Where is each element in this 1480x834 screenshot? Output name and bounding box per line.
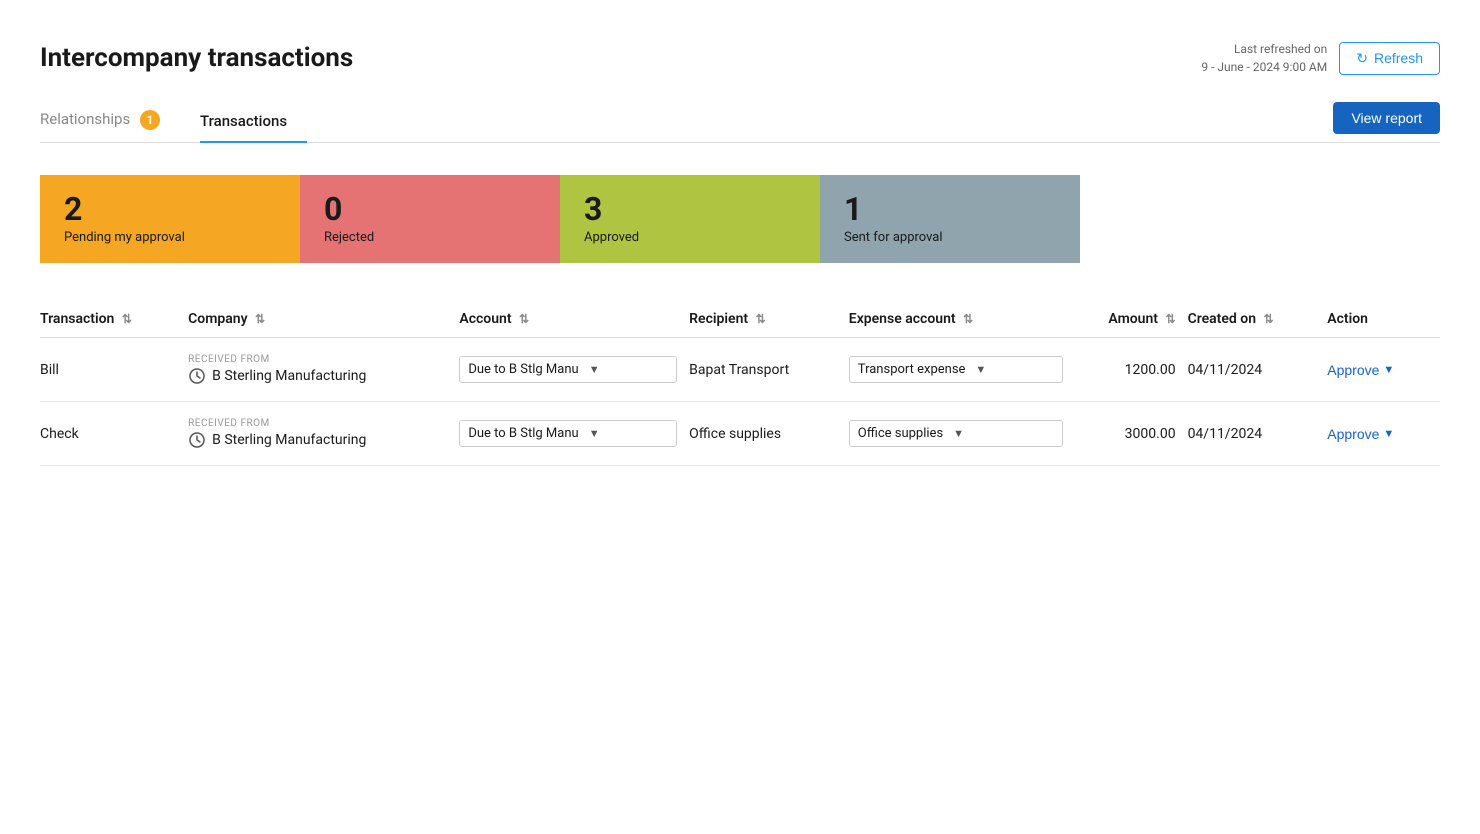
last-refreshed-info: Last refreshed on 9 - June - 2024 9:00 A… — [1201, 40, 1327, 76]
row1-expense-account[interactable]: Transport expense ▼ — [849, 338, 1075, 402]
col-action: Action — [1327, 303, 1440, 338]
row1-created-on: 04/11/2024 — [1188, 338, 1328, 402]
sent-label: Sent for approval — [844, 230, 943, 245]
row2-action[interactable]: Approve ▼ — [1327, 402, 1440, 466]
row1-account-value: Due to B Stlg Manu — [468, 362, 578, 377]
row2-approve-button[interactable]: Approve ▼ — [1327, 426, 1394, 442]
sort-icon-expense-account: ⇅ — [963, 312, 973, 326]
row2-received-from-label: RECEIVED FROM — [188, 418, 447, 429]
col-recipient[interactable]: Recipient ⇅ — [689, 303, 849, 338]
tab-relationships[interactable]: Relationships 1 — [40, 100, 180, 142]
pending-label: Pending my approval — [64, 230, 185, 245]
company-icon — [188, 431, 206, 449]
col-amount-label: Amount — [1108, 311, 1158, 327]
sort-icon-account: ⇅ — [519, 312, 529, 326]
row2-amount: 3000.00 — [1075, 402, 1188, 466]
tab-transactions[interactable]: Transactions — [200, 102, 307, 142]
header-row: Intercompany transactions Last refreshed… — [40, 40, 1440, 76]
approved-count: 3 — [584, 193, 796, 225]
col-account[interactable]: Account ⇅ — [459, 303, 689, 338]
approve-dropdown-arrow-icon: ▼ — [1383, 428, 1394, 440]
rejected-label: Rejected — [324, 230, 374, 245]
row1-approve-label: Approve — [1327, 362, 1379, 378]
sort-icon-amount: ⇅ — [1166, 312, 1176, 326]
row2-account-value: Due to B Stlg Manu — [468, 426, 578, 441]
row1-received-from-label: RECEIVED FROM — [188, 354, 447, 365]
col-expense-account[interactable]: Expense account ⇅ — [849, 303, 1075, 338]
row2-account-select[interactable]: Due to B Stlg Manu ▼ — [459, 420, 677, 447]
table-row: Check RECEIVED FROM B Sterling Manufactu… — [40, 402, 1440, 466]
col-action-label: Action — [1327, 311, 1368, 327]
status-card-approved[interactable]: 3 Approved — [560, 175, 820, 263]
status-card-sent[interactable]: 1 Sent for approval — [820, 175, 1080, 263]
tabs-row: Relationships 1 Transactions View report — [40, 100, 1440, 143]
row2-company-name: B Sterling Manufacturing — [212, 432, 366, 448]
tab-relationships-badge: 1 — [140, 110, 160, 130]
row1-account[interactable]: Due to B Stlg Manu ▼ — [459, 338, 689, 402]
status-cards: 2 Pending my approval 0 Rejected 3 Appro… — [40, 175, 1440, 263]
row2-expense-select[interactable]: Office supplies ▼ — [849, 420, 1063, 447]
expense-dropdown-arrow-icon: ▼ — [975, 363, 986, 376]
row2-transaction: Check — [40, 402, 188, 466]
table-row: Bill RECEIVED FROM B Sterling Manufactur… — [40, 338, 1440, 402]
pending-count: 2 — [64, 193, 276, 225]
sort-icon-transaction: ⇅ — [122, 312, 132, 326]
last-refreshed-time: 9 - June - 2024 9:00 AM — [1201, 60, 1327, 74]
row1-amount: 1200.00 — [1075, 338, 1188, 402]
header-right: Last refreshed on 9 - June - 2024 9:00 A… — [1201, 40, 1440, 76]
col-amount[interactable]: Amount ⇅ — [1075, 303, 1188, 338]
sent-count: 1 — [844, 193, 1056, 225]
col-account-label: Account — [459, 311, 511, 327]
row1-company: RECEIVED FROM B Sterling Manufacturing — [188, 338, 459, 402]
refresh-icon: ↻ — [1356, 50, 1368, 67]
row1-expense-select[interactable]: Transport expense ▼ — [849, 356, 1063, 383]
col-transaction-label: Transaction — [40, 311, 114, 327]
sort-icon-company: ⇅ — [255, 312, 265, 326]
view-report-button[interactable]: View report — [1333, 102, 1440, 134]
row1-company-name-row: B Sterling Manufacturing — [188, 367, 447, 385]
row1-company-name: B Sterling Manufacturing — [212, 368, 366, 384]
row1-approve-button[interactable]: Approve ▼ — [1327, 362, 1394, 378]
page-title: Intercompany transactions — [40, 43, 353, 73]
col-transaction[interactable]: Transaction ⇅ — [40, 303, 188, 338]
col-company-label: Company — [188, 311, 247, 327]
rejected-count: 0 — [324, 193, 536, 225]
approved-label: Approved — [584, 230, 639, 245]
dropdown-arrow-icon: ▼ — [589, 363, 600, 376]
row1-transaction: Bill — [40, 338, 188, 402]
row2-recipient: Office supplies — [689, 402, 849, 466]
transactions-table: Transaction ⇅ Company ⇅ Account ⇅ Recipi… — [40, 303, 1440, 466]
row2-account[interactable]: Due to B Stlg Manu ▼ — [459, 402, 689, 466]
tab-transactions-label: Transactions — [200, 112, 287, 130]
row2-company-name-row: B Sterling Manufacturing — [188, 431, 447, 449]
row2-expense-account[interactable]: Office supplies ▼ — [849, 402, 1075, 466]
status-card-rejected[interactable]: 0 Rejected — [300, 175, 560, 263]
row2-approve-label: Approve — [1327, 426, 1379, 442]
row2-created-on: 04/11/2024 — [1188, 402, 1328, 466]
dropdown-arrow-icon: ▼ — [589, 427, 600, 440]
last-refreshed-label: Last refreshed on — [1234, 42, 1327, 56]
col-expense-account-label: Expense account — [849, 311, 956, 327]
sort-icon-created-on: ⇅ — [1264, 312, 1274, 326]
row1-account-select[interactable]: Due to B Stlg Manu ▼ — [459, 356, 677, 383]
row2-expense-value: Office supplies — [858, 426, 943, 441]
expense-dropdown-arrow-icon: ▼ — [953, 427, 964, 440]
col-created-on[interactable]: Created on ⇅ — [1188, 303, 1328, 338]
refresh-label: Refresh — [1374, 50, 1423, 66]
col-company[interactable]: Company ⇅ — [188, 303, 459, 338]
row2-company: RECEIVED FROM B Sterling Manufacturing — [188, 402, 459, 466]
company-icon — [188, 367, 206, 385]
row1-recipient: Bapat Transport — [689, 338, 849, 402]
row1-action[interactable]: Approve ▼ — [1327, 338, 1440, 402]
status-card-pending[interactable]: 2 Pending my approval — [40, 175, 300, 263]
row1-expense-value: Transport expense — [858, 362, 966, 377]
tab-relationships-label: Relationships — [40, 110, 130, 128]
col-recipient-label: Recipient — [689, 311, 748, 327]
col-created-on-label: Created on — [1188, 311, 1256, 327]
approve-dropdown-arrow-icon: ▼ — [1383, 364, 1394, 376]
sort-icon-recipient: ⇅ — [756, 312, 766, 326]
refresh-button[interactable]: ↻ Refresh — [1339, 42, 1440, 75]
table-header-row: Transaction ⇅ Company ⇅ Account ⇅ Recipi… — [40, 303, 1440, 338]
